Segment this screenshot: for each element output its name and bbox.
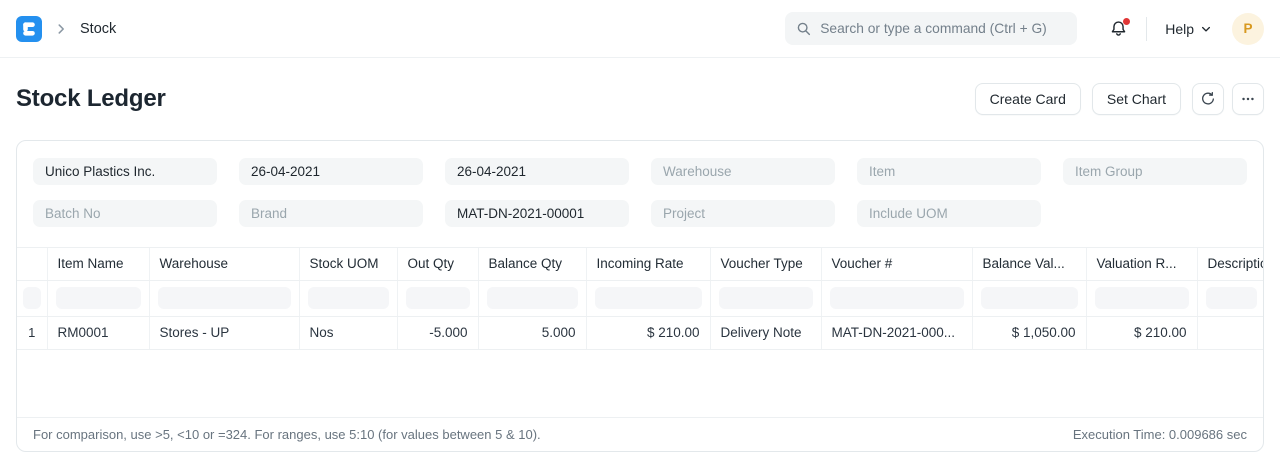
filter-item-group[interactable]: Item Group xyxy=(1063,158,1247,185)
cell-description xyxy=(1197,316,1264,349)
refresh-icon xyxy=(1200,91,1216,107)
avatar-initial: P xyxy=(1243,21,1252,36)
filter-brand[interactable]: Brand xyxy=(239,200,423,227)
navbar-right: Help P xyxy=(785,12,1264,45)
page-title: Stock Ledger xyxy=(16,85,166,113)
column-header-balance-qty[interactable]: Balance Qty xyxy=(478,248,586,280)
filter-warehouse[interactable]: Warehouse xyxy=(651,158,835,185)
filter-cell xyxy=(821,280,972,316)
global-search[interactable] xyxy=(785,12,1077,45)
search-input[interactable] xyxy=(820,21,1066,36)
chevron-down-icon xyxy=(1200,23,1212,35)
ellipsis-icon xyxy=(1240,91,1256,107)
report-filters: Unico Plastics Inc. 26-04-2021 26-04-202… xyxy=(17,141,1263,247)
execution-time: Execution Time: 0.009686 sec xyxy=(1073,427,1247,442)
table-header-row: Item Name Warehouse Stock UOM Out Qty Ba… xyxy=(17,248,1264,280)
set-chart-button[interactable]: Set Chart xyxy=(1092,83,1181,115)
cell-warehouse: Stores - UP xyxy=(149,316,299,349)
filter-cell xyxy=(149,280,299,316)
report-card: Unico Plastics Inc. 26-04-2021 26-04-202… xyxy=(16,140,1264,452)
cell-stock-uom: Nos xyxy=(299,316,397,349)
filter-cell xyxy=(397,280,478,316)
column-filter-input[interactable] xyxy=(981,287,1078,309)
menu-button[interactable] xyxy=(1232,83,1264,115)
column-header-stock-uom[interactable]: Stock UOM xyxy=(299,248,397,280)
filter-batch-no[interactable]: Batch No xyxy=(33,200,217,227)
table-row[interactable]: 1 RM0001 Stores - UP Nos -5.000 5.000 $ … xyxy=(17,316,1264,349)
breadcrumb-chevron-icon xyxy=(54,22,68,36)
filter-cell xyxy=(478,280,586,316)
cell-valuation-rate: $ 210.00 xyxy=(1086,316,1197,349)
column-header-warehouse[interactable]: Warehouse xyxy=(149,248,299,280)
column-header-out-qty[interactable]: Out Qty xyxy=(397,248,478,280)
filter-include-uom[interactable]: Include UOM xyxy=(857,200,1041,227)
help-label: Help xyxy=(1165,21,1194,37)
app-logo[interactable] xyxy=(16,16,42,42)
column-filter-row xyxy=(17,280,1264,316)
page-header: Stock Ledger Create Card Set Chart xyxy=(0,58,1280,140)
cell-voucher-no: MAT-DN-2021-000... xyxy=(821,316,972,349)
search-icon xyxy=(796,21,812,37)
column-filter-input[interactable] xyxy=(830,287,964,309)
user-avatar[interactable]: P xyxy=(1232,13,1264,45)
filter-hint-text: For comparison, use >5, <10 or =324. For… xyxy=(33,427,541,442)
column-filter-input[interactable] xyxy=(487,287,578,309)
filter-cell xyxy=(972,280,1086,316)
filter-cell-rownum xyxy=(17,280,47,316)
table-empty-area xyxy=(17,350,1263,418)
filter-cell xyxy=(1086,280,1197,316)
erpnext-logo-icon xyxy=(16,16,42,42)
column-filter-input[interactable] xyxy=(406,287,470,309)
cell-balance-value: $ 1,050.00 xyxy=(972,316,1086,349)
filter-cell xyxy=(47,280,149,316)
notification-dot xyxy=(1123,18,1130,25)
filter-project[interactable]: Project xyxy=(651,200,835,227)
column-filter-input[interactable] xyxy=(1095,287,1189,309)
filter-voucher-no[interactable]: MAT-DN-2021-00001 xyxy=(445,200,629,227)
column-filter-input[interactable] xyxy=(1206,287,1258,309)
notifications-button[interactable] xyxy=(1109,19,1128,38)
report-footer: For comparison, use >5, <10 or =324. For… xyxy=(17,417,1263,451)
column-header-balance-value[interactable]: Balance Val... xyxy=(972,248,1086,280)
filter-cell xyxy=(710,280,821,316)
navbar: Stock Help P xyxy=(0,0,1280,58)
create-card-button[interactable]: Create Card xyxy=(975,83,1081,115)
cell-out-qty: -5.000 xyxy=(397,316,478,349)
filter-from-date[interactable]: 26-04-2021 xyxy=(239,158,423,185)
select-all-checkbox[interactable] xyxy=(23,287,41,309)
cell-balance-qty: 5.000 xyxy=(478,316,586,349)
filter-cell xyxy=(586,280,710,316)
column-filter-input[interactable] xyxy=(158,287,291,309)
breadcrumb[interactable]: Stock xyxy=(80,21,116,37)
column-filter-input[interactable] xyxy=(719,287,813,309)
column-header-rownum xyxy=(17,248,47,280)
column-filter-input[interactable] xyxy=(595,287,702,309)
column-filter-input[interactable] xyxy=(56,287,141,309)
refresh-button[interactable] xyxy=(1192,83,1224,115)
filter-item[interactable]: Item xyxy=(857,158,1041,185)
filter-company[interactable]: Unico Plastics Inc. xyxy=(33,158,217,185)
column-header-description[interactable]: Description xyxy=(1197,248,1264,280)
cell-voucher-type: Delivery Note xyxy=(710,316,821,349)
report-table: Item Name Warehouse Stock UOM Out Qty Ba… xyxy=(17,247,1263,350)
help-menu[interactable]: Help xyxy=(1165,21,1212,37)
filter-cell xyxy=(1197,280,1264,316)
column-header-valuation-rate[interactable]: Valuation R... xyxy=(1086,248,1197,280)
filter-to-date[interactable]: 26-04-2021 xyxy=(445,158,629,185)
navbar-left: Stock xyxy=(16,16,116,42)
column-header-item-name[interactable]: Item Name xyxy=(47,248,149,280)
cell-incoming-rate: $ 210.00 xyxy=(586,316,710,349)
column-filter-input[interactable] xyxy=(308,287,389,309)
filter-cell xyxy=(299,280,397,316)
row-index: 1 xyxy=(17,316,47,349)
column-header-voucher-no[interactable]: Voucher # xyxy=(821,248,972,280)
page-actions: Create Card Set Chart xyxy=(975,83,1264,115)
cell-item-name: RM0001 xyxy=(47,316,149,349)
column-header-voucher-type[interactable]: Voucher Type xyxy=(710,248,821,280)
navbar-divider xyxy=(1146,17,1147,41)
column-header-incoming-rate[interactable]: Incoming Rate xyxy=(586,248,710,280)
